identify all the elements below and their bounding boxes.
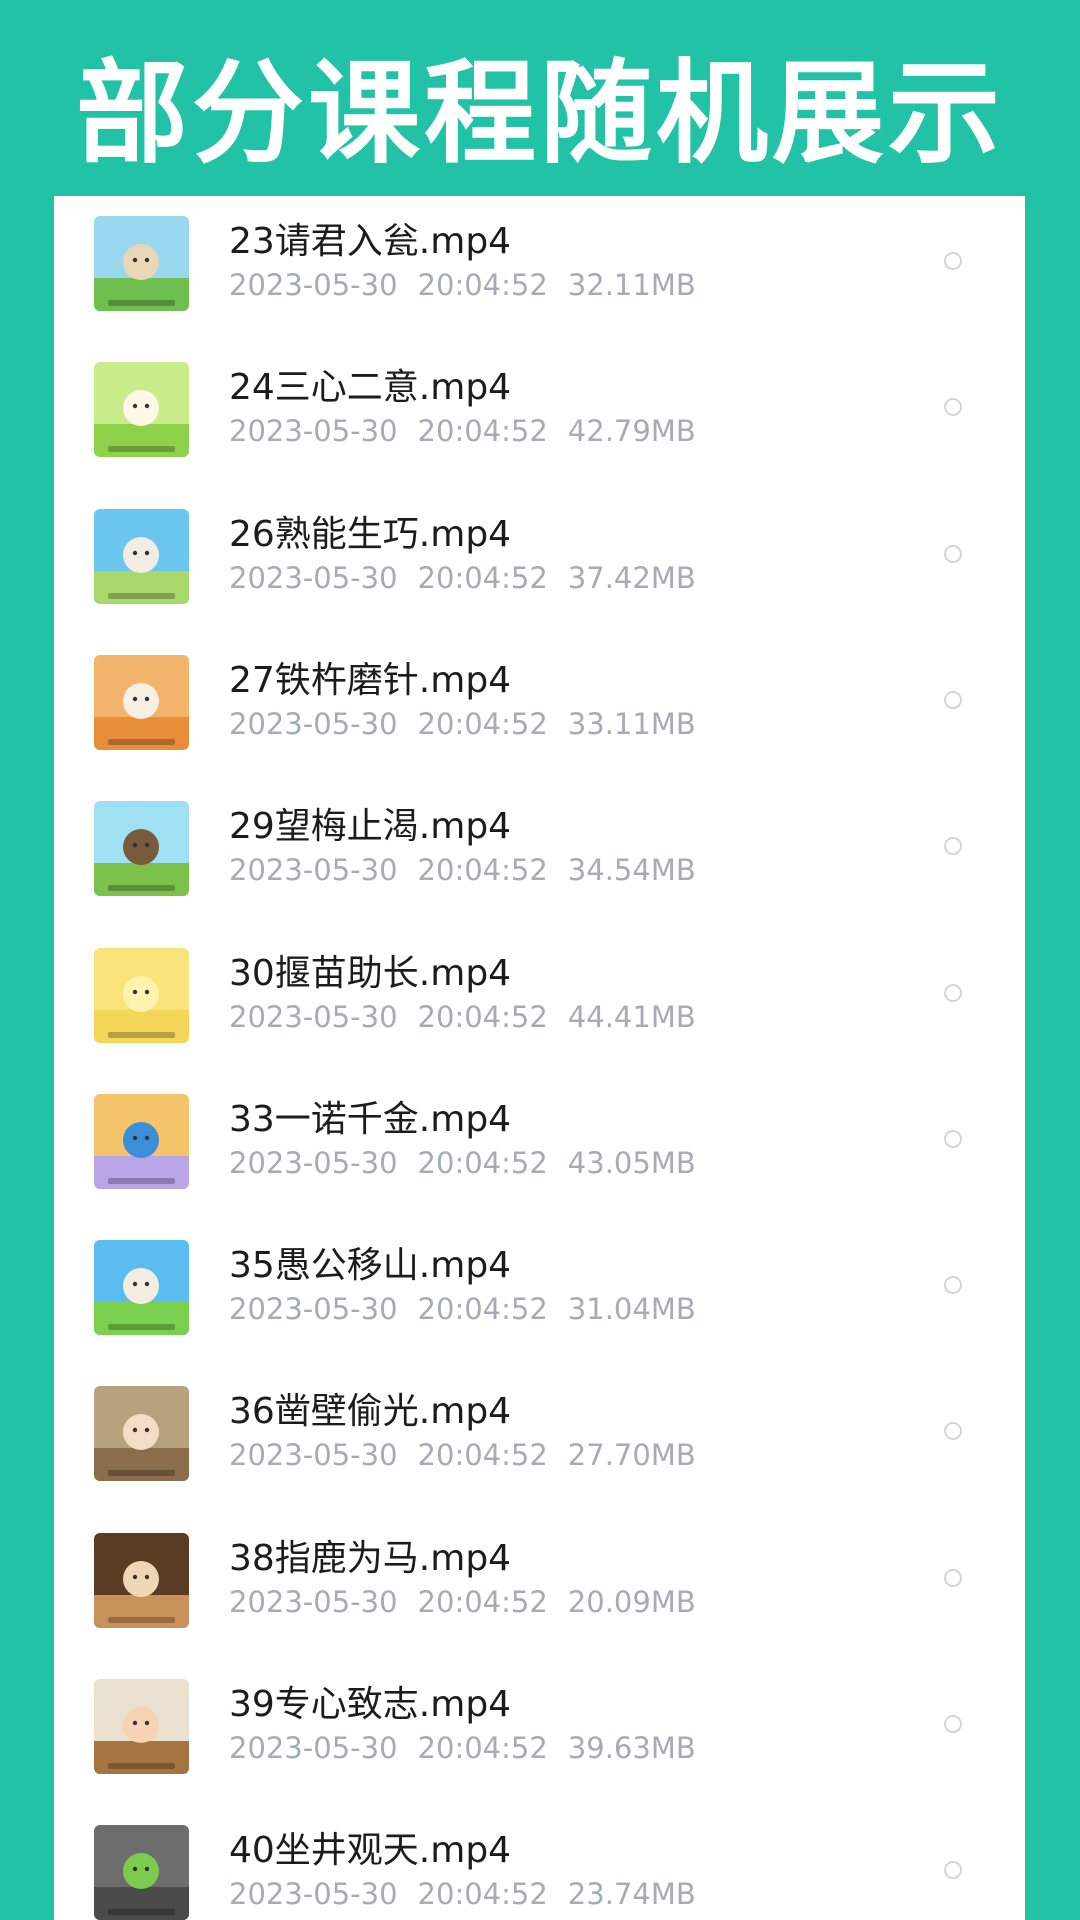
file-name: 36凿壁偷光.mp4 bbox=[229, 1391, 512, 1433]
file-time: 20:04:52 bbox=[417, 1438, 548, 1473]
file-meta: 2023-05-30 20:04:52 23.74MB bbox=[229, 1875, 716, 1913]
file-size: 37.42MB bbox=[567, 560, 696, 595]
file-size: 32.11MB bbox=[567, 268, 696, 302]
list-item[interactable]: 33一诺千金.mp4 2023-05-30 20:04:52 43.05MB bbox=[54, 1084, 1025, 1230]
file-meta: 2023-05-30 20:04:52 43.05MB bbox=[229, 1144, 716, 1182]
file-time: 20:04:52 bbox=[417, 1145, 548, 1180]
file-name: 39专心致志.mp4 bbox=[229, 1684, 512, 1725]
file-time: 20:04:52 bbox=[417, 1584, 548, 1619]
video-thumbnail bbox=[94, 654, 189, 750]
file-date: 2023-05-30 bbox=[229, 1438, 398, 1473]
file-size: 42.79MB bbox=[567, 414, 696, 449]
list-item[interactable]: 35愚公移山.mp4 2023-05-30 20:04:52 31.04MB bbox=[54, 1230, 1025, 1376]
list-item[interactable]: 29望梅止渴.mp4 2023-05-30 20:04:52 34.54MB bbox=[54, 791, 1025, 937]
file-size: 43.05MB bbox=[567, 1145, 696, 1180]
file-meta: 2023-05-30 20:04:52 32.11MB bbox=[229, 266, 716, 304]
file-meta: 2023-05-30 20:04:52 42.79MB bbox=[229, 412, 716, 450]
file-time: 20:04:52 bbox=[417, 1731, 548, 1765]
video-thumbnail bbox=[94, 801, 189, 897]
file-name: 40坐井观天.mp4 bbox=[229, 1830, 512, 1872]
file-size: 27.70MB bbox=[567, 1438, 696, 1473]
select-radio[interactable] bbox=[944, 837, 962, 856]
video-thumbnail bbox=[94, 1093, 189, 1189]
file-size: 33.11MB bbox=[567, 706, 696, 741]
video-thumbnail bbox=[94, 362, 189, 458]
video-thumbnail bbox=[94, 1825, 189, 1920]
file-name: 33一诺千金.mp4 bbox=[229, 1098, 512, 1140]
select-radio[interactable] bbox=[944, 1129, 962, 1148]
file-date: 2023-05-30 bbox=[229, 1731, 398, 1765]
file-date: 2023-05-30 bbox=[229, 1145, 398, 1180]
file-meta: 2023-05-30 20:04:52 31.04MB bbox=[229, 1290, 716, 1328]
video-thumbnail bbox=[94, 1532, 189, 1628]
select-radio[interactable] bbox=[944, 1715, 962, 1733]
file-date: 2023-05-30 bbox=[229, 853, 398, 888]
file-meta: 2023-05-30 20:04:52 44.41MB bbox=[229, 998, 716, 1036]
file-time: 20:04:52 bbox=[417, 999, 548, 1034]
file-date: 2023-05-30 bbox=[229, 1292, 398, 1327]
video-thumbnail bbox=[94, 947, 189, 1043]
list-item[interactable]: 39专心致志.mp4 2023-05-30 20:04:52 39.63MB bbox=[54, 1669, 1025, 1815]
file-name: 29望梅止渴.mp4 bbox=[229, 806, 512, 848]
file-time: 20:04:52 bbox=[417, 560, 548, 595]
file-name: 24三心二意.mp4 bbox=[229, 367, 512, 409]
file-date: 2023-05-30 bbox=[229, 706, 398, 741]
file-date: 2023-05-30 bbox=[229, 560, 398, 595]
video-thumbnail bbox=[94, 1240, 189, 1336]
file-list[interactable]: 23请君入瓮.mp4 2023-05-30 20:04:52 32.11MB 24三心二… bbox=[54, 196, 1025, 1920]
file-meta: 2023-05-30 20:04:52 37.42MB bbox=[229, 559, 716, 597]
list-item[interactable]: 24三心二意.mp4 2023-05-30 20:04:52 42.79MB bbox=[54, 352, 1025, 498]
list-item[interactable]: 30揠苗助长.mp4 2023-05-30 20:04:52 44.41MB bbox=[54, 938, 1025, 1084]
list-item[interactable]: 26熟能生巧.mp4 2023-05-30 20:04:52 37.42MB bbox=[54, 499, 1025, 645]
file-time: 20:04:52 bbox=[417, 268, 548, 302]
file-name: 23请君入瓮.mp4 bbox=[229, 221, 512, 262]
select-radio[interactable] bbox=[944, 1568, 962, 1587]
video-thumbnail bbox=[94, 1386, 189, 1482]
list-item[interactable]: 38指鹿为马.mp4 2023-05-30 20:04:52 20.09MB bbox=[54, 1523, 1025, 1669]
select-radio[interactable] bbox=[944, 1422, 962, 1441]
file-time: 20:04:52 bbox=[417, 853, 548, 888]
select-radio[interactable] bbox=[944, 252, 962, 270]
select-radio[interactable] bbox=[944, 983, 962, 1002]
video-thumbnail bbox=[94, 1679, 189, 1774]
file-name: 30揠苗助长.mp4 bbox=[229, 952, 512, 994]
file-time: 20:04:52 bbox=[417, 414, 548, 449]
select-radio[interactable] bbox=[944, 1861, 962, 1880]
file-size: 39.63MB bbox=[567, 1731, 696, 1765]
file-meta: 2023-05-30 20:04:52 33.11MB bbox=[229, 705, 716, 743]
file-meta: 2023-05-30 20:04:52 34.54MB bbox=[229, 851, 716, 889]
file-name: 35愚公移山.mp4 bbox=[229, 1245, 512, 1287]
select-radio[interactable] bbox=[944, 544, 962, 563]
file-time: 20:04:52 bbox=[417, 706, 548, 741]
file-meta: 2023-05-30 20:04:52 39.63MB bbox=[229, 1729, 716, 1767]
file-meta: 2023-05-30 20:04:52 27.70MB bbox=[229, 1436, 716, 1474]
file-size: 20.09MB bbox=[567, 1584, 696, 1619]
file-size: 34.54MB bbox=[567, 853, 696, 888]
file-meta: 2023-05-30 20:04:52 20.09MB bbox=[229, 1583, 716, 1621]
screen: 部分课程随机展示 23请君入瓮.mp4 2023-05-30 20:04:52 32.… bbox=[0, 0, 1080, 1920]
list-item[interactable]: 27铁杵磨针.mp4 2023-05-30 20:04:52 33.11MB bbox=[54, 645, 1025, 791]
file-name: 38指鹿为马.mp4 bbox=[229, 1537, 512, 1579]
file-size: 23.74MB bbox=[567, 1877, 696, 1912]
file-date: 2023-05-30 bbox=[229, 268, 398, 302]
file-time: 20:04:52 bbox=[417, 1292, 548, 1327]
list-item[interactable]: 23请君入瓮.mp4 2023-05-30 20:04:52 32.11MB bbox=[54, 206, 1025, 352]
select-radio[interactable] bbox=[944, 690, 962, 709]
select-radio[interactable] bbox=[944, 1276, 962, 1295]
file-size: 44.41MB bbox=[567, 999, 696, 1034]
list-item[interactable]: 36凿壁偷光.mp4 2023-05-30 20:04:52 27.70MB bbox=[54, 1376, 1025, 1522]
page-title: 部分课程随机展示 bbox=[76, 49, 1004, 179]
video-thumbnail bbox=[94, 216, 189, 311]
file-size: 31.04MB bbox=[567, 1292, 696, 1327]
file-date: 2023-05-30 bbox=[229, 999, 398, 1034]
video-thumbnail bbox=[94, 508, 189, 604]
select-radio[interactable] bbox=[944, 398, 962, 417]
file-date: 2023-05-30 bbox=[229, 1584, 398, 1619]
file-name: 26熟能生巧.mp4 bbox=[229, 513, 512, 555]
file-date: 2023-05-30 bbox=[229, 414, 398, 449]
list-item[interactable]: 40坐井观天.mp4 2023-05-30 20:04:52 23.74MB bbox=[54, 1815, 1025, 1920]
file-date: 2023-05-30 bbox=[229, 1877, 398, 1912]
file-time: 20:04:52 bbox=[417, 1877, 548, 1912]
file-name: 27铁杵磨针.mp4 bbox=[229, 659, 512, 701]
